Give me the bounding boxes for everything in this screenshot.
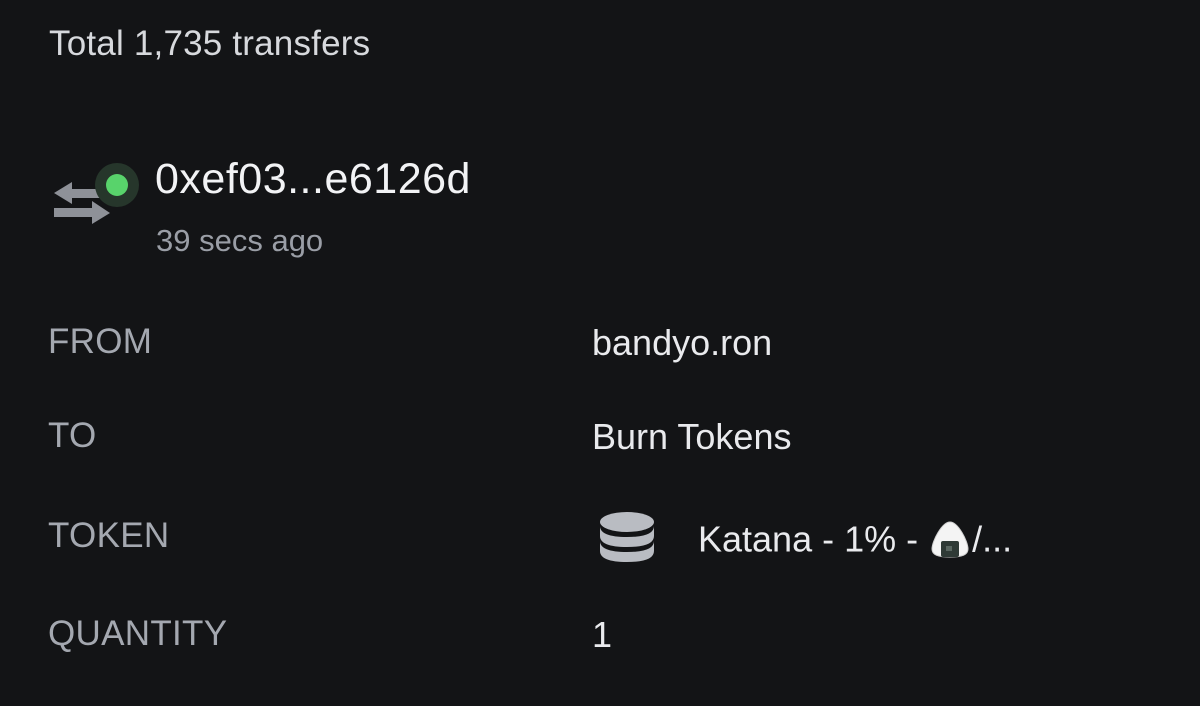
to-label: TO (48, 416, 97, 455)
detail-row-quantity: QUANTITY 1 (48, 614, 1158, 674)
rice-ball-icon (931, 521, 969, 558)
quantity-value: 1 (592, 614, 613, 655)
transaction-hash-link[interactable]: 0xef03...e6126d (155, 155, 471, 204)
total-transfers-count: Total 1,735 transfers (49, 24, 371, 63)
token-name-link[interactable]: Katana - 1% - /... (698, 516, 1012, 560)
from-label: FROM (48, 322, 153, 361)
transfer-header: 0xef03...e6126d 39 secs ago (50, 155, 750, 275)
from-address-link[interactable]: bandyo.ron (592, 322, 772, 364)
token-name-prefix: Katana - 1% - (698, 518, 929, 560)
token-name-suffix: /... (972, 518, 1013, 560)
status-indicator-dot (106, 174, 128, 196)
transaction-timestamp: 39 secs ago (156, 223, 324, 258)
transfer-status-icon (50, 160, 142, 240)
token-label: TOKEN (48, 516, 170, 555)
detail-row-token: TOKEN Katana - 1% - /... (48, 512, 1158, 576)
detail-row-to: TO Burn Tokens (48, 416, 1158, 476)
transfers-panel: Total 1,735 transfers 0xef03...e6126d 39… (0, 0, 1200, 706)
detail-row-from: FROM bandyo.ron (48, 322, 1158, 382)
coin-stack-icon (600, 512, 654, 562)
to-address-link[interactable]: Burn Tokens (592, 416, 791, 458)
quantity-label: QUANTITY (48, 614, 228, 653)
